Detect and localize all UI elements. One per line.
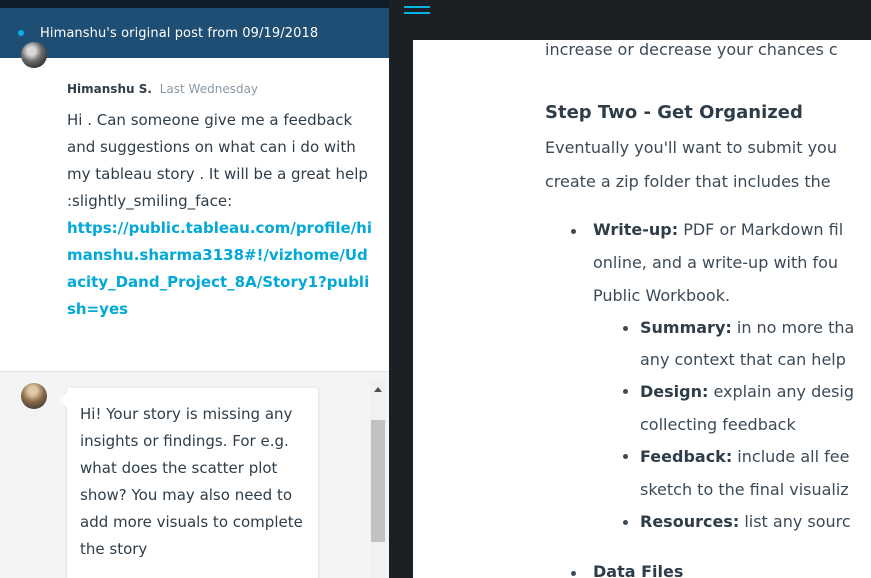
avatar[interactable]	[21, 42, 47, 68]
reply-text: Hi! Your story is missing any insights o…	[80, 405, 303, 558]
message-author[interactable]: Himanshu S.	[67, 82, 152, 96]
message-body: Hi . Can someone give me a feedback and …	[67, 107, 372, 323]
list-item-text: explain any desig	[708, 382, 855, 401]
list-item-text: include all fee	[732, 447, 850, 466]
list-item-text: list any sourc	[739, 512, 851, 531]
hamburger-menu-icon[interactable]	[404, 6, 430, 16]
list-item: Data Files	[593, 562, 683, 578]
list-item-text: PDF or Markdown fil	[678, 220, 844, 239]
message-text: Hi . Can someone give me a feedback and …	[67, 111, 368, 210]
bubble-tail	[59, 392, 68, 408]
content-text: Eventually you'll want to submit you	[545, 138, 837, 157]
list-item: Feedback: include all fee	[640, 447, 849, 467]
content-text: increase or decrease your chances c	[545, 40, 838, 59]
list-item-text: collecting feedback	[640, 415, 796, 434]
list-item-label: Write-up:	[593, 220, 679, 239]
original-post-banner[interactable]: Himanshu's original post from 09/19/2018	[0, 8, 389, 58]
bullet-icon	[571, 571, 576, 576]
bullet-icon	[571, 229, 576, 234]
message-meta: Himanshu S. Last Wednesday	[67, 82, 258, 96]
list-item-text: any context that can help	[640, 350, 846, 369]
panel-top-strip	[0, 0, 389, 8]
status-dot-icon	[18, 30, 24, 36]
bullet-icon	[623, 389, 628, 394]
list-item-text: sketch to the final visualiz	[640, 480, 849, 499]
list-item-label: Summary:	[640, 318, 732, 337]
top-bar	[389, 0, 871, 40]
list-item-label: Resources:	[640, 512, 740, 531]
list-item-label: Feedback:	[640, 447, 733, 466]
bullet-icon	[623, 326, 628, 331]
list-item-label: Data Files	[593, 562, 684, 578]
section-heading: Step Two - Get Organized	[545, 102, 803, 123]
list-item: Resources: list any sourc	[640, 512, 851, 532]
list-item-text: in no more tha	[731, 318, 855, 337]
list-item: Design: explain any desig	[640, 382, 854, 402]
message-timestamp: Last Wednesday	[159, 82, 259, 96]
list-item-label: Design:	[640, 382, 709, 401]
list-item-text: Public Workbook.	[593, 286, 731, 305]
bullet-icon	[623, 454, 628, 459]
list-item: Write-up: PDF or Markdown fil	[593, 220, 843, 240]
lesson-content: increase or decrease your chances c Step…	[413, 40, 871, 578]
panel-separator	[389, 0, 413, 578]
content-text: create a zip folder that includes the	[545, 172, 831, 191]
list-item-text: online, and a write-up with fou	[593, 253, 839, 272]
message-link[interactable]: https://public.tableau.com/profile/himan…	[67, 215, 372, 323]
bullet-icon	[623, 520, 628, 525]
banner-text: Himanshu's original post from 09/19/2018	[40, 25, 319, 41]
avatar[interactable]	[21, 383, 47, 409]
chat-panel: Himanshu's original post from 09/19/2018…	[0, 0, 389, 578]
list-item: Summary: in no more tha	[640, 318, 854, 338]
scroll-up-arrow-icon[interactable]	[374, 387, 382, 392]
scrollbar-thumb[interactable]	[371, 420, 385, 542]
